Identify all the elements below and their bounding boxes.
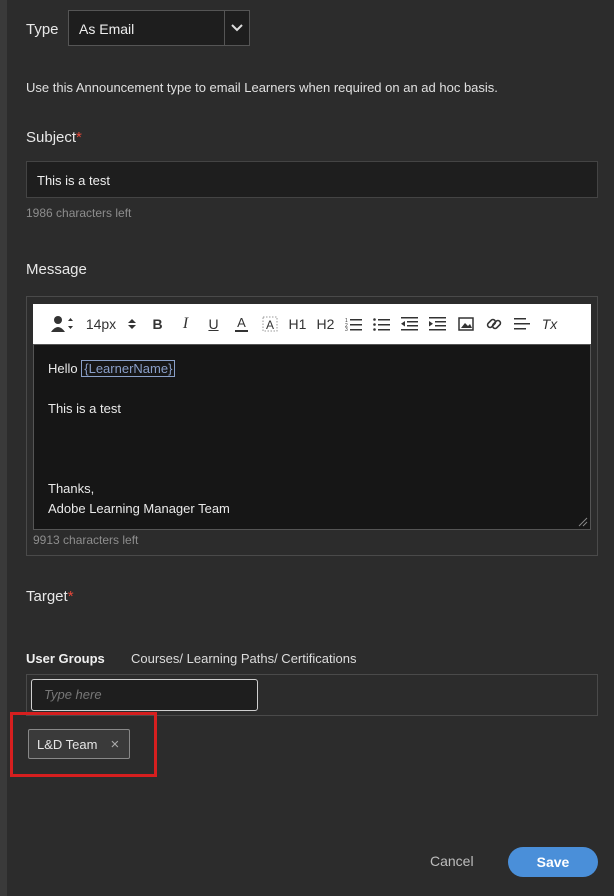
- tab-courses[interactable]: Courses/ Learning Paths/ Certifications: [131, 651, 356, 666]
- clear-format-icon[interactable]: Tx: [540, 312, 559, 336]
- subject-label: Subject*: [26, 129, 82, 146]
- message-label: Message: [26, 261, 87, 278]
- resize-handle-icon[interactable]: [578, 517, 588, 527]
- greeting-text: Hello: [48, 361, 78, 376]
- bold-button[interactable]: B: [148, 312, 167, 336]
- link-icon[interactable]: [484, 312, 503, 336]
- cancel-button[interactable]: Cancel: [430, 853, 474, 869]
- message-editor[interactable]: Hello {LearnerName} This is a test Thank…: [33, 344, 591, 530]
- chevron-down-icon[interactable]: [224, 11, 249, 45]
- target-label: Target*: [26, 588, 74, 605]
- indent-icon[interactable]: [428, 312, 447, 336]
- type-select[interactable]: As Email: [68, 10, 250, 46]
- svg-text:A: A: [266, 318, 274, 332]
- subject-chars-left: 1986 characters left: [26, 206, 132, 220]
- subject-input[interactable]: This is a test: [26, 161, 598, 198]
- user-group-search-input[interactable]: Type here: [31, 679, 258, 711]
- underline-button[interactable]: U: [204, 312, 223, 336]
- required-mark: *: [67, 588, 74, 605]
- editor-line-signature: Adobe Learning Manager Team: [48, 501, 230, 516]
- editor-line-body: This is a test: [48, 401, 121, 416]
- font-size-value: 14px: [85, 316, 117, 332]
- clear-format-label: Tx: [541, 316, 558, 332]
- editor-toolbar: 14px B I U A A H1 H2 1 2 3 Tx: [33, 304, 591, 344]
- image-icon[interactable]: [456, 312, 475, 336]
- editor-line-greeting: Hello {LearnerName}: [48, 359, 590, 379]
- learner-name-token[interactable]: {LearnerName}: [81, 360, 176, 377]
- h2-button[interactable]: H2: [316, 312, 335, 336]
- unordered-list-icon[interactable]: [372, 312, 391, 336]
- font-color-letter: A: [237, 315, 246, 330]
- font-size-select[interactable]: 14px: [84, 312, 138, 336]
- type-select-value: As Email: [79, 21, 135, 37]
- h1-button[interactable]: H1: [288, 312, 307, 336]
- highlight-icon[interactable]: A: [260, 312, 279, 336]
- svg-text:3: 3: [345, 327, 348, 331]
- message-chars-left: 9913 characters left: [33, 533, 139, 547]
- italic-button[interactable]: I: [176, 312, 195, 336]
- tab-user-groups[interactable]: User Groups: [26, 651, 105, 666]
- editor-line-closing: Thanks,: [48, 481, 95, 496]
- subject-label-text: Subject: [26, 129, 77, 146]
- save-button[interactable]: Save: [508, 847, 598, 877]
- stepper-icon: [128, 319, 137, 329]
- required-mark: *: [76, 129, 82, 146]
- highlight-annotation: [10, 712, 157, 777]
- type-label: Type: [26, 21, 59, 38]
- font-color-button[interactable]: A: [232, 312, 251, 336]
- left-edge-bar: [0, 0, 7, 896]
- target-label-text: Target: [26, 588, 68, 605]
- type-description: Use this Announcement type to email Lear…: [26, 80, 498, 95]
- ordered-list-icon[interactable]: 1 2 3: [344, 312, 363, 336]
- insert-variable-icon[interactable]: [51, 312, 75, 336]
- outdent-icon[interactable]: [400, 312, 419, 336]
- align-icon[interactable]: [512, 312, 531, 336]
